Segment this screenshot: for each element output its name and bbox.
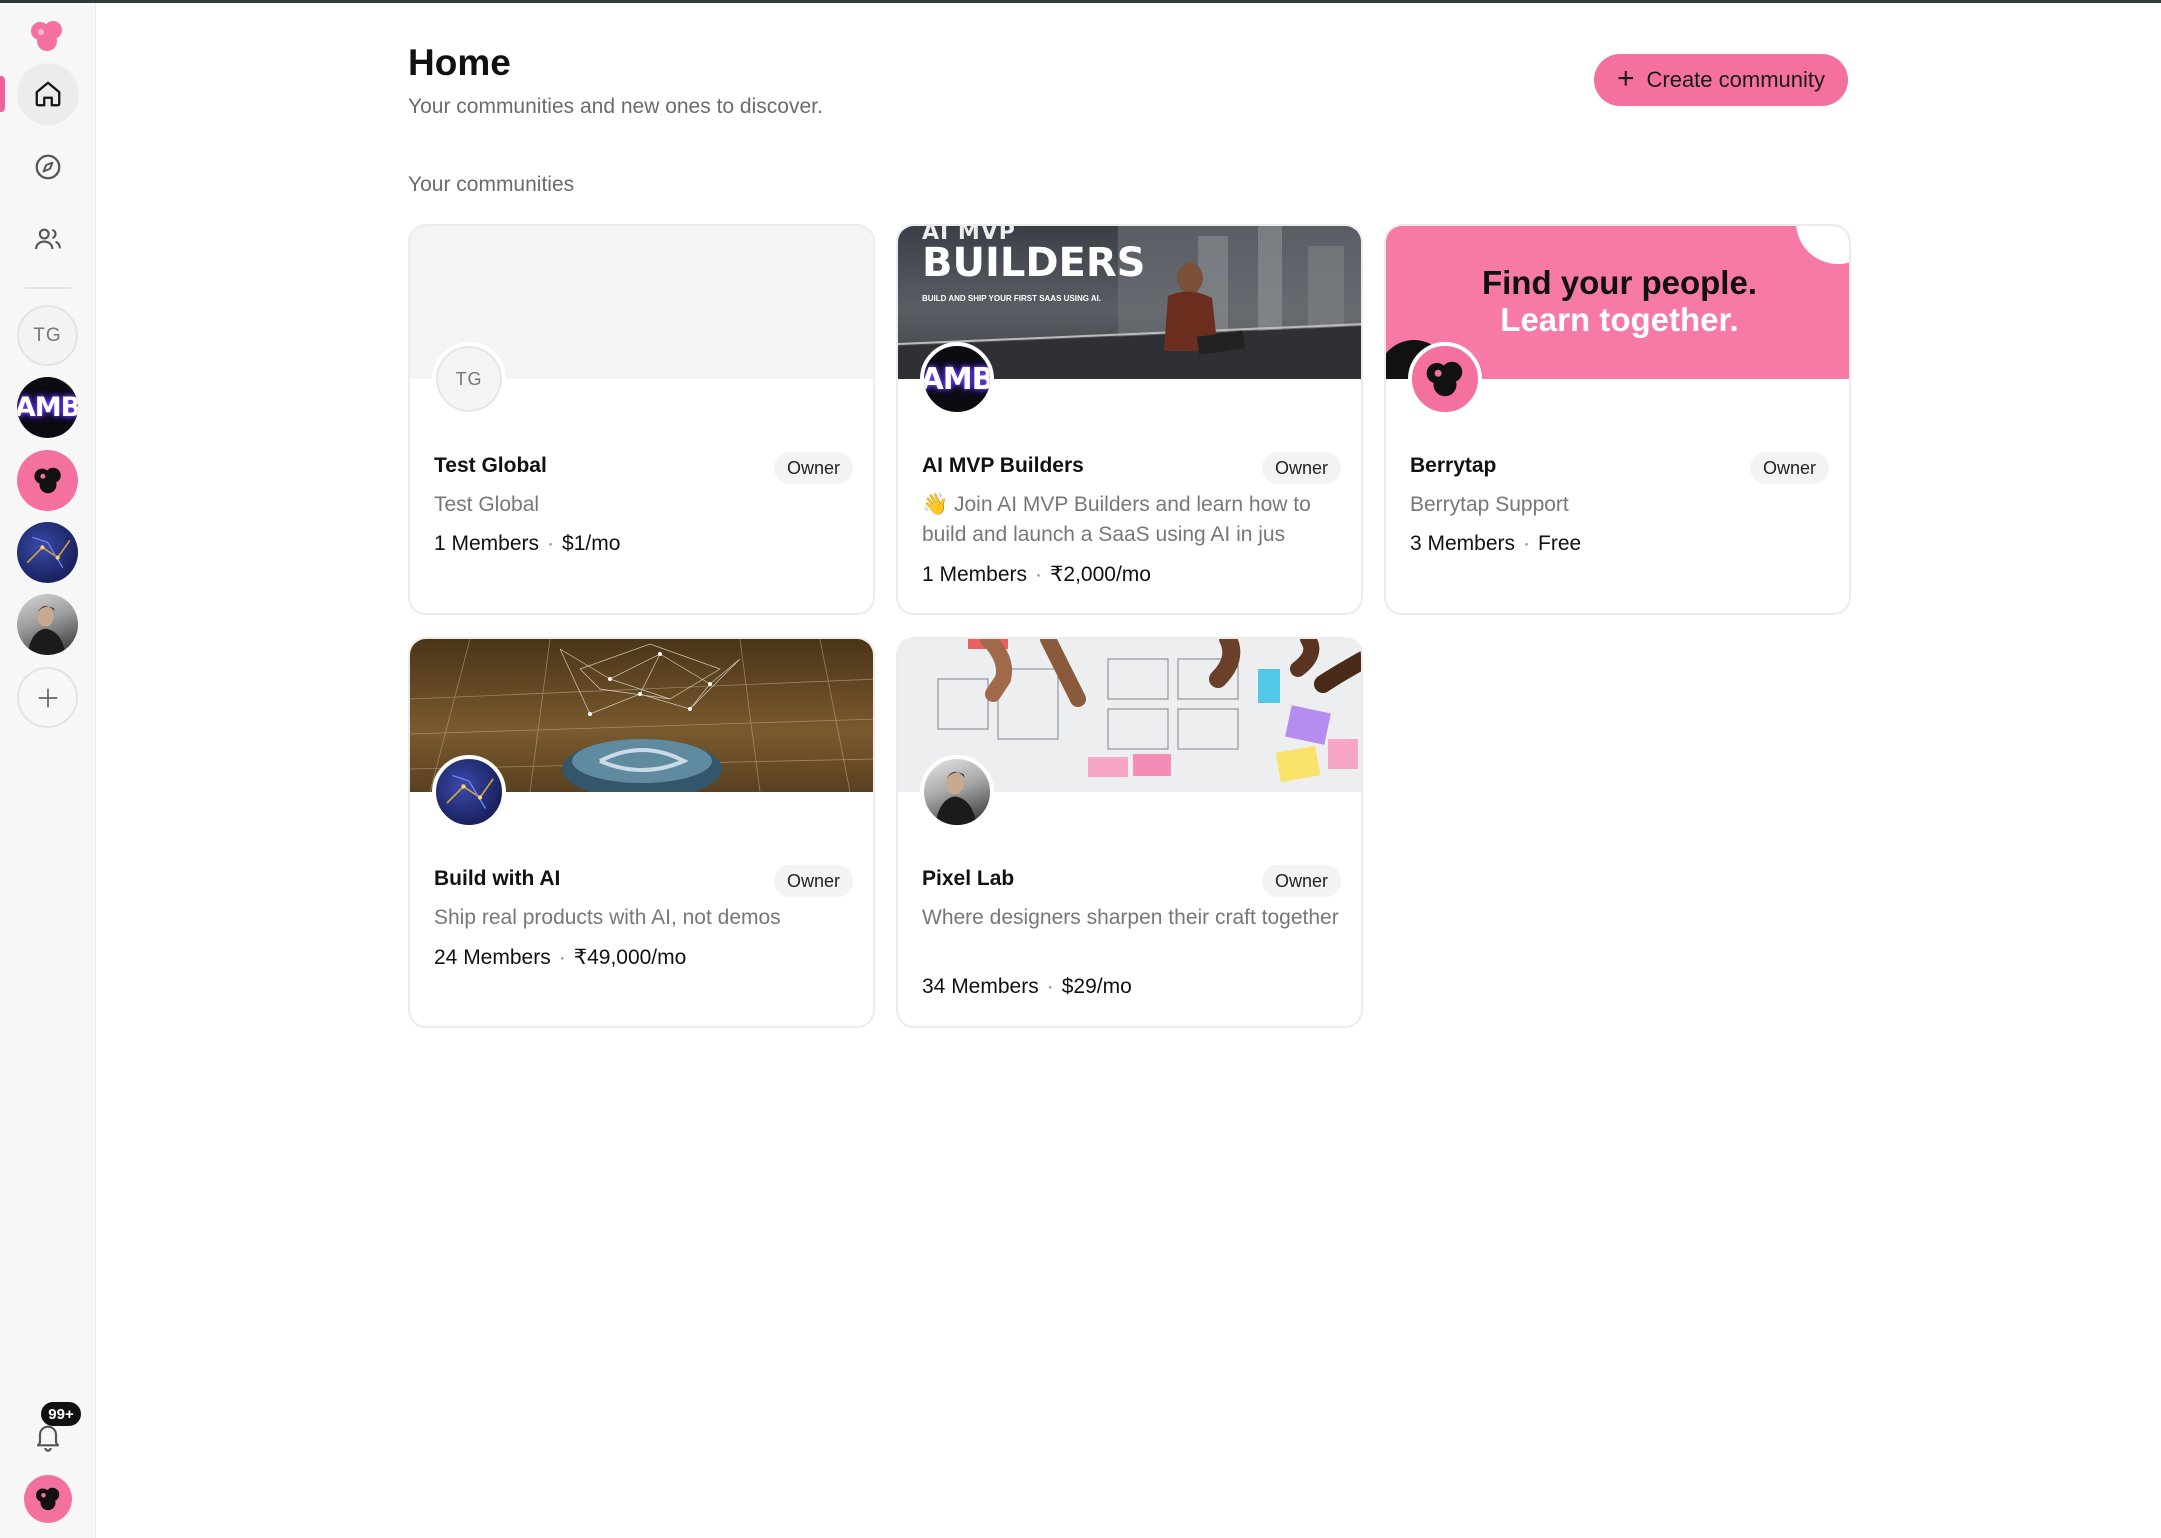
- role-badge: Owner: [1261, 865, 1341, 897]
- berrytap-logo-icon: [33, 467, 61, 494]
- community-card-ai-mvp-builders[interactable]: AI MVP BUILDERS BUILD AND SHIP YOUR FIRS…: [896, 224, 1363, 615]
- create-community-button[interactable]: + Create community: [1594, 54, 1848, 106]
- price: $1/mo: [562, 532, 621, 555]
- community-name: Pixel Lab: [922, 867, 1015, 890]
- sidebar-community-berrytap[interactable]: [17, 450, 78, 511]
- role-badge: Owner: [1749, 452, 1829, 484]
- member-count: 1 Members: [434, 532, 540, 555]
- circuit-art-icon: [26, 536, 71, 569]
- community-card-pixel-lab[interactable]: Pixel Lab Owner Where designers sharpen …: [896, 637, 1363, 1028]
- page-subtitle: Your communities and new ones to discove…: [408, 95, 823, 118]
- community-avatar: [920, 755, 994, 829]
- add-community-button[interactable]: [17, 667, 78, 728]
- nav-members-button[interactable]: [17, 208, 79, 270]
- member-count: 3 Members: [1410, 532, 1516, 555]
- community-name: Test Global: [434, 454, 547, 477]
- compass-icon: [35, 154, 61, 180]
- person-photo-icon: [935, 771, 977, 825]
- community-card-build-with-ai[interactable]: Build with AI Owner Ship real products w…: [408, 637, 875, 1028]
- berrytap-logo-icon: [36, 1487, 60, 1511]
- community-description: Test Global: [434, 493, 540, 516]
- role-badge: Owner: [1261, 452, 1341, 484]
- sidebar-community-ai-mvp-builders[interactable]: AMB: [17, 377, 78, 438]
- sidebar-community-pixel-lab[interactable]: [17, 594, 78, 655]
- window-top-border: [0, 0, 2161, 3]
- community-avatar: [432, 755, 506, 829]
- cover-headline: Find your people.: [1481, 264, 1757, 301]
- community-description: Berrytap Support: [1410, 493, 1569, 516]
- plus-icon: +: [1616, 61, 1635, 95]
- price: Free: [1538, 532, 1582, 555]
- notification-count-badge: 99+: [41, 1402, 81, 1426]
- berrytap-logo-icon[interactable]: [27, 19, 67, 53]
- community-meta: 34 Members · $29/mo: [922, 975, 1132, 998]
- role-badge: Owner: [773, 452, 853, 484]
- community-meta: 24 Members · ₹49,000/mo: [434, 946, 687, 969]
- member-count: 1 Members: [922, 563, 1028, 586]
- community-card-berrytap[interactable]: Find your people. Learn together. Berryt…: [1384, 224, 1851, 615]
- community-name: AI MVP Builders: [922, 454, 1084, 477]
- community-description: Where designers sharpen their craft toge…: [922, 906, 1339, 929]
- circuit-art-icon: [446, 774, 494, 809]
- page-title: Home: [408, 42, 511, 83]
- community-meta: 1 Members · $1/mo: [434, 532, 621, 555]
- community-name: Berrytap: [1410, 454, 1497, 477]
- home-icon: [35, 81, 61, 107]
- create-community-label: Create community: [1646, 67, 1826, 92]
- person-photo-icon: [27, 605, 66, 655]
- nav-home-button[interactable]: [17, 63, 79, 125]
- community-avatar: TG: [432, 342, 506, 416]
- community-avatar: AMB: [920, 342, 994, 416]
- price: ₹49,000/mo: [573, 946, 687, 969]
- sidebar-divider: [25, 287, 71, 289]
- community-card-test-global[interactable]: TG Test Global Owner Test Global 1 Membe…: [408, 224, 875, 615]
- community-initials: AMB: [920, 361, 994, 397]
- price: ₹2,000/mo: [1050, 563, 1151, 586]
- community-description: 👋 Join AI MVP Builders and learn how to …: [922, 493, 1311, 546]
- community-avatar: [1408, 342, 1482, 416]
- section-heading: Your communities: [408, 173, 575, 196]
- community-initials: AMB: [17, 392, 78, 423]
- cover-subheadline: Learn together.: [1500, 301, 1739, 338]
- plus-icon: [37, 687, 58, 708]
- cover-tagline: BUILD AND SHIP YOUR FIRST SAAS USING AI.: [922, 294, 1102, 303]
- sidebar-community-test-global[interactable]: TG: [17, 305, 78, 366]
- sidebar: TG AMB 99+: [0, 3, 96, 1538]
- active-nav-indicator: [0, 76, 5, 112]
- berrytap-logo-icon: [1426, 361, 1463, 397]
- member-count: 34 Members: [922, 975, 1039, 998]
- community-meta: 3 Members · Free: [1410, 532, 1582, 555]
- nav-explore-button[interactable]: [17, 136, 79, 198]
- users-icon: [35, 228, 61, 250]
- role-badge: Owner: [773, 865, 853, 897]
- community-meta: 1 Members · ₹2,000/mo: [922, 563, 1151, 586]
- community-description: Ship real products with AI, not demos: [434, 906, 781, 929]
- price: $29/mo: [1061, 975, 1132, 998]
- community-name: Build with AI: [434, 867, 561, 890]
- member-count: 24 Members: [434, 946, 551, 969]
- sidebar-community-build-with-ai[interactable]: [17, 522, 78, 583]
- user-profile-avatar[interactable]: [24, 1475, 72, 1523]
- community-initials: TG: [455, 368, 483, 389]
- cover-title: BUILDERS: [922, 240, 1146, 286]
- community-initials: TG: [33, 324, 62, 346]
